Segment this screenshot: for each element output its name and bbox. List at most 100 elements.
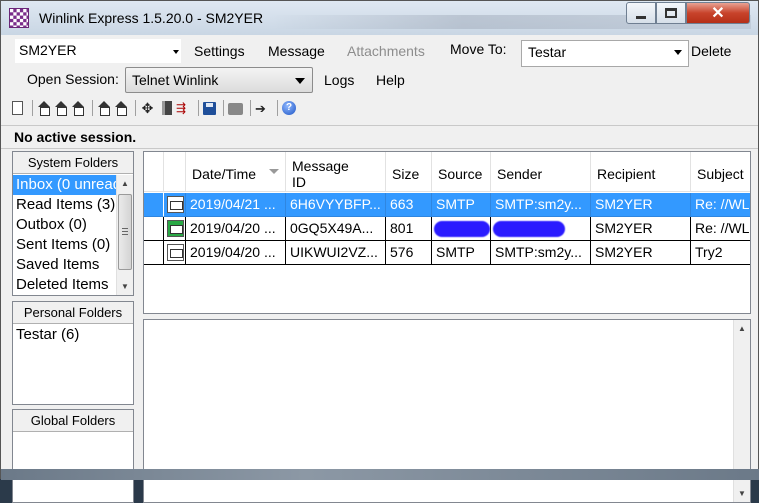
move-to-label: Move To:	[450, 41, 507, 57]
column-header-subject[interactable]: Subject	[691, 152, 750, 192]
system-folders-panel: System Folders Inbox (0 unread) Read Ite…	[12, 151, 134, 296]
help-icon[interactable]: ?	[282, 101, 296, 115]
folder-sent-items[interactable]: Sent Items (0)	[13, 235, 117, 255]
personal-folders-panel: Personal Folders Testar (6)	[12, 301, 134, 405]
cell-sender	[491, 217, 591, 241]
mail-icon	[167, 244, 184, 261]
column-header-datetime[interactable]: Date/Time	[186, 152, 286, 192]
personal-folder-list: Testar (6)	[13, 325, 117, 345]
house-icon[interactable]	[54, 101, 68, 116]
folder-testar[interactable]: Testar (6)	[13, 325, 117, 345]
cell-sender: SMTP:sm2y...	[491, 193, 591, 217]
redaction-mark	[434, 221, 490, 237]
book-icon[interactable]	[162, 101, 172, 115]
title-bar[interactable]: Winlink Express 1.5.20.0 - SM2YER ✕	[1, 1, 758, 35]
cell-message-id: UIKWUI2VZ...	[286, 241, 386, 265]
table-row[interactable]: 2019/04/21 ... 6H6VYYBFP... 663 SMTP SMT…	[144, 193, 750, 217]
sort-arrow-icon	[269, 169, 279, 174]
scroll-thumb[interactable]	[118, 194, 132, 270]
delete-button[interactable]: Delete	[691, 43, 731, 59]
chevron-down-icon	[173, 50, 179, 54]
toolbar-separator	[277, 100, 278, 116]
scroll-up-icon[interactable]: ▲	[117, 175, 133, 192]
maximize-button[interactable]	[656, 2, 686, 24]
cell-subject: Re: //WL	[691, 217, 750, 241]
cell-recipient: SM2YER	[591, 193, 691, 217]
menu-settings[interactable]: Settings	[194, 43, 245, 59]
mail-green-icon	[167, 220, 184, 237]
house-icon[interactable]	[97, 101, 111, 116]
column-header-size[interactable]: Size	[386, 152, 432, 192]
move-to-select[interactable]: Testar	[521, 40, 689, 67]
scroll-up-icon[interactable]: ▲	[734, 320, 750, 337]
chevron-down-icon	[295, 78, 305, 84]
redaction-mark	[493, 221, 565, 237]
callsign-select[interactable]: SM2YER	[15, 39, 181, 63]
toolbar-separator	[92, 100, 93, 116]
cell-source	[432, 217, 491, 241]
move-icon[interactable]: ✥	[140, 100, 155, 116]
menu-logs[interactable]: Logs	[324, 72, 354, 88]
window-title: Winlink Express 1.5.20.0 - SM2YER	[39, 10, 264, 26]
mail-icon	[167, 196, 184, 213]
folder-inbox[interactable]: Inbox (0 unread)	[13, 175, 117, 195]
cell-recipient: SM2YER	[591, 217, 691, 241]
message-list: Date/Time Message ID Size Source Sender …	[143, 151, 751, 314]
open-session-label: Open Session:	[27, 71, 119, 87]
client-area: SM2YER Settings Message Attachments Move…	[1, 35, 758, 503]
chevron-down-icon	[674, 50, 682, 55]
house-icon[interactable]	[71, 101, 85, 116]
column-header-source[interactable]: Source	[432, 152, 491, 192]
toolbar: ✥ ⇶ ➔ ?	[9, 97, 751, 119]
house-icon[interactable]	[37, 101, 51, 116]
folder-saved-items[interactable]: Saved Items	[13, 255, 117, 275]
global-folders-header: Global Folders	[13, 410, 133, 432]
system-folder-list: Inbox (0 unread) Read Items (3) Outbox (…	[13, 175, 117, 295]
cell-source: SMTP	[432, 241, 491, 265]
menu-message[interactable]: Message	[268, 43, 325, 59]
toolbar-separator	[250, 100, 251, 116]
cell-subject: Try2	[691, 241, 750, 265]
save-icon[interactable]	[203, 101, 216, 115]
table-row[interactable]: 2019/04/20 ... UIKWUI2VZ... 576 SMTP SMT…	[144, 241, 750, 265]
cell-size: 576	[386, 241, 432, 265]
minimize-icon	[636, 15, 646, 19]
personal-folders-header: Personal Folders	[13, 302, 133, 324]
cell-subject: Re: //WL	[691, 193, 750, 217]
folder-outbox[interactable]: Outbox (0)	[13, 215, 117, 235]
cell-datetime: 2019/04/20 ...	[186, 217, 286, 241]
folder-read-items[interactable]: Read Items (3)	[13, 195, 117, 215]
minimize-button[interactable]	[626, 2, 656, 24]
callsign-value: SM2YER	[19, 42, 77, 58]
table-row[interactable]: 2019/04/20 ... 0GQ5X49A... 801 SM2YER Re…	[144, 217, 750, 241]
toolbar-separator	[32, 100, 33, 116]
menu-help[interactable]: Help	[376, 72, 405, 88]
toolbar-separator	[135, 100, 136, 116]
cell-datetime: 2019/04/21 ...	[186, 193, 286, 217]
cell-message-id: 6H6VYYBFP...	[286, 193, 386, 217]
folder-deleted-items[interactable]: Deleted Items	[13, 275, 117, 295]
house-icon[interactable]	[114, 101, 128, 116]
scroll-down-icon[interactable]: ▼	[734, 485, 750, 502]
session-status: No active session.	[1, 125, 758, 149]
move-to-value: Testar	[528, 44, 567, 60]
new-message-icon[interactable]	[12, 101, 23, 115]
column-header-sender[interactable]: Sender	[491, 152, 591, 192]
toolbar-separator	[198, 100, 199, 116]
menu-attachments[interactable]: Attachments	[347, 43, 425, 59]
column-header-recipient[interactable]: Recipient	[591, 152, 691, 192]
column-header-icon2[interactable]	[164, 152, 186, 192]
app-logo-icon	[9, 8, 29, 28]
session-select[interactable]: Telnet Winlink	[125, 67, 313, 93]
print-icon[interactable]	[228, 103, 243, 115]
blurred-background	[1, 469, 759, 480]
column-header-message-id[interactable]: Message ID	[286, 152, 386, 192]
column-header-icon1[interactable]	[144, 152, 164, 192]
folder-scrollbar[interactable]: ▲ ▼	[116, 175, 133, 295]
sort-icon[interactable]: ⇶	[176, 101, 191, 116]
close-button[interactable]: ✕	[686, 2, 750, 24]
toolbar-separator	[223, 100, 224, 116]
session-value: Telnet Winlink	[132, 72, 219, 88]
scroll-down-icon[interactable]: ▼	[117, 278, 133, 295]
arrow-icon[interactable]: ➔	[255, 101, 270, 116]
